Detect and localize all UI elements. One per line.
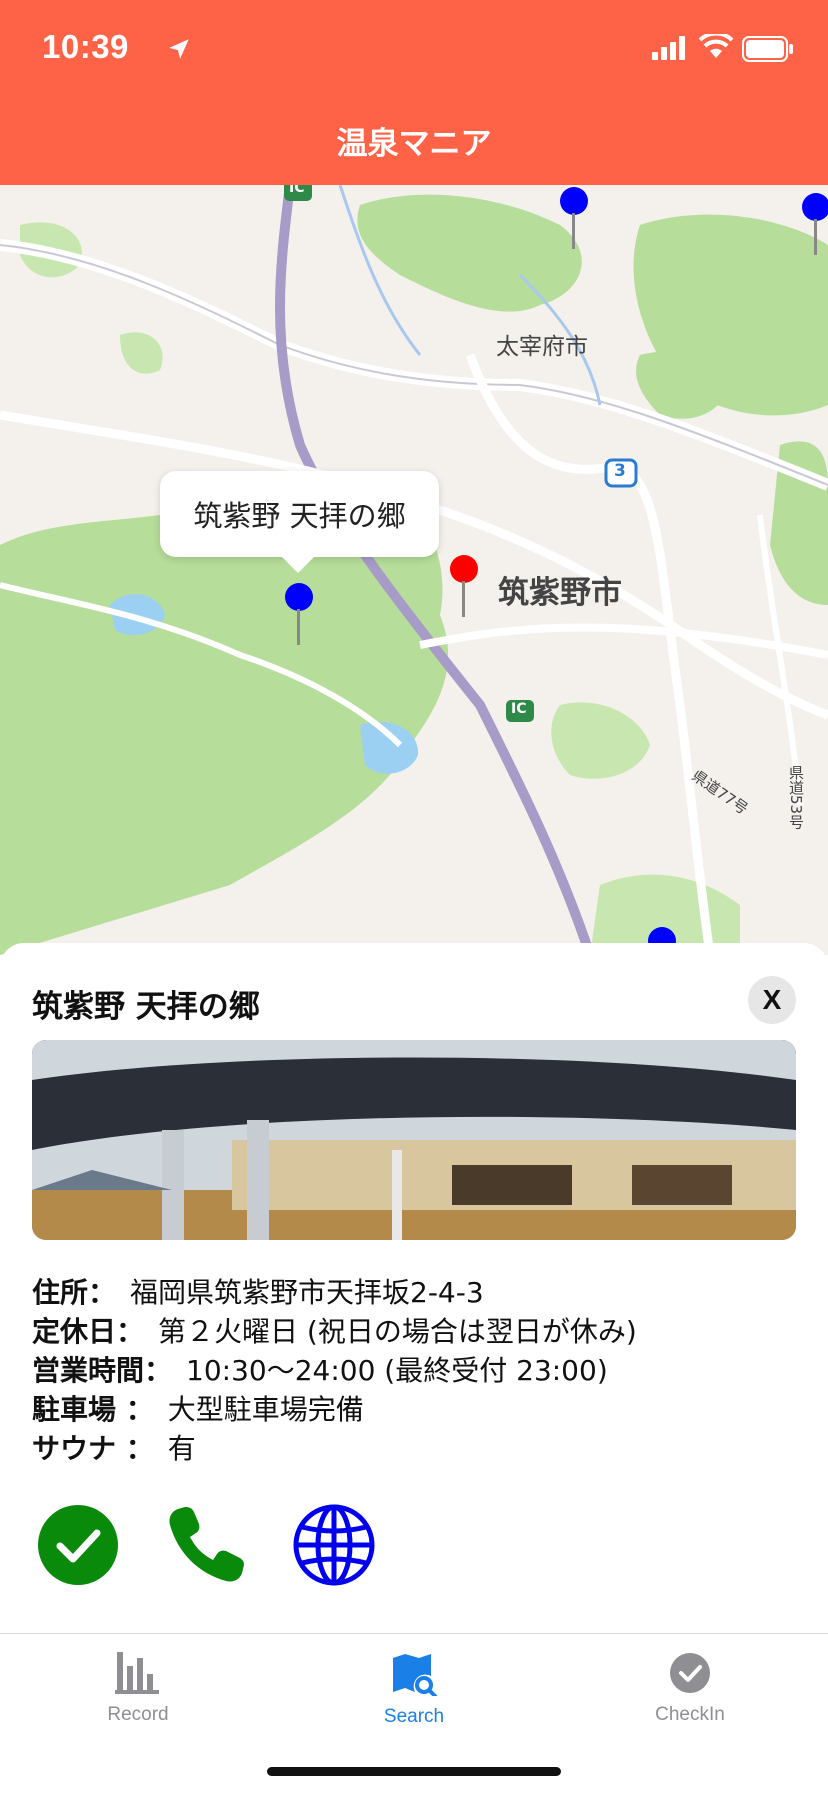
map-label-prefectural-53: 県道53号 <box>787 765 805 830</box>
detail-sheet: 筑紫野 天拝の郷 X 住所： 福岡県筑紫野市天拝坂2-4-3 定休日： 第２火曜日 … <box>0 943 828 1633</box>
status-time: 10:39 <box>42 28 129 65</box>
onsen-photo <box>32 1040 796 1240</box>
map-view[interactable]: 3 IC IC 太宰府市 筑紫野市 県道53号 県道77号 筑紫野 天拝の郷 <box>0 185 828 955</box>
checkmark-circle-icon[interactable] <box>36 1503 120 1587</box>
cellular-signal-icon <box>652 36 685 60</box>
map-pin[interactable] <box>560 187 588 257</box>
globe-icon[interactable] <box>292 1503 376 1587</box>
info-key: 住所： <box>32 1276 117 1309</box>
map-background <box>0 185 828 955</box>
info-value: 第２火曜日 (祝日の場合は翌日が休み) <box>158 1315 637 1348</box>
tab-label: Search <box>383 1706 445 1727</box>
bar-chart-icon <box>115 1652 159 1694</box>
map-pin-selected[interactable] <box>285 583 313 653</box>
wifi-icon <box>699 34 733 58</box>
map-label-ic-mid: IC <box>511 701 527 717</box>
pin-head <box>450 555 478 583</box>
pin-head <box>285 583 313 611</box>
info-value: 有 <box>167 1432 196 1465</box>
info-key: サウナ ： <box>32 1432 154 1465</box>
map-search-icon <box>393 1654 437 1698</box>
map-label-chikushino: 筑紫野市 <box>498 575 622 611</box>
map-label-ic-top: IC <box>289 185 305 196</box>
map-label-route-3: 3 <box>614 461 626 481</box>
info-value: 福岡県筑紫野市天拝坂2-4-3 <box>130 1276 484 1309</box>
onsen-photo-image <box>32 1040 796 1240</box>
tab-checkin[interactable]: CheckIn <box>610 1652 770 1726</box>
info-key: 定休日： <box>32 1315 145 1348</box>
map-callout[interactable]: 筑紫野 天拝の郷 <box>160 471 439 557</box>
detail-info: 住所： 福岡県筑紫野市天拝坂2-4-3 定休日： 第２火曜日 (祝日の場合は翌日が休… <box>32 1273 637 1468</box>
pin-head <box>560 187 588 215</box>
info-row-closed-days: 定休日： 第２火曜日 (祝日の場合は翌日が休み) <box>32 1312 637 1351</box>
checkmark-circle-icon <box>670 1653 710 1693</box>
info-value: 10:30〜24:00 (最終受付 23:00) <box>186 1354 608 1387</box>
tab-record[interactable]: Record <box>58 1652 218 1726</box>
info-row-parking: 駐車場 ： 大型駐車場完備 <box>32 1390 637 1429</box>
map-label-dazaifu: 太宰府市 <box>496 334 588 360</box>
location-arrow-icon <box>169 39 189 59</box>
info-row-hours: 営業時間： 10:30〜24:00 (最終受付 23:00) <box>32 1351 637 1390</box>
home-indicator <box>267 1767 561 1776</box>
map-callout-tail <box>280 555 316 573</box>
map-pin-current[interactable] <box>450 555 478 625</box>
info-row-address: 住所： 福岡県筑紫野市天拝坂2-4-3 <box>32 1273 637 1312</box>
app-title: 温泉マニア <box>336 126 492 162</box>
info-key: 営業時間： <box>32 1354 173 1387</box>
phone-icon[interactable] <box>164 1503 248 1587</box>
battery-icon <box>742 36 793 62</box>
tab-label: Record <box>107 1704 169 1725</box>
pin-head <box>802 193 828 221</box>
detail-title: 筑紫野 天拝の郷 <box>32 989 260 1025</box>
tab-label: CheckIn <box>655 1704 725 1725</box>
info-key: 駐車場 ： <box>32 1393 154 1426</box>
map-pin[interactable] <box>802 193 828 263</box>
info-row-sauna: サウナ ： 有 <box>32 1429 637 1468</box>
close-button[interactable]: X <box>748 976 796 1024</box>
tab-search[interactable]: Search <box>334 1652 494 1728</box>
navigation-bar: 10:39 温泉マニア <box>0 0 828 185</box>
info-value: 大型駐車場完備 <box>167 1393 364 1426</box>
